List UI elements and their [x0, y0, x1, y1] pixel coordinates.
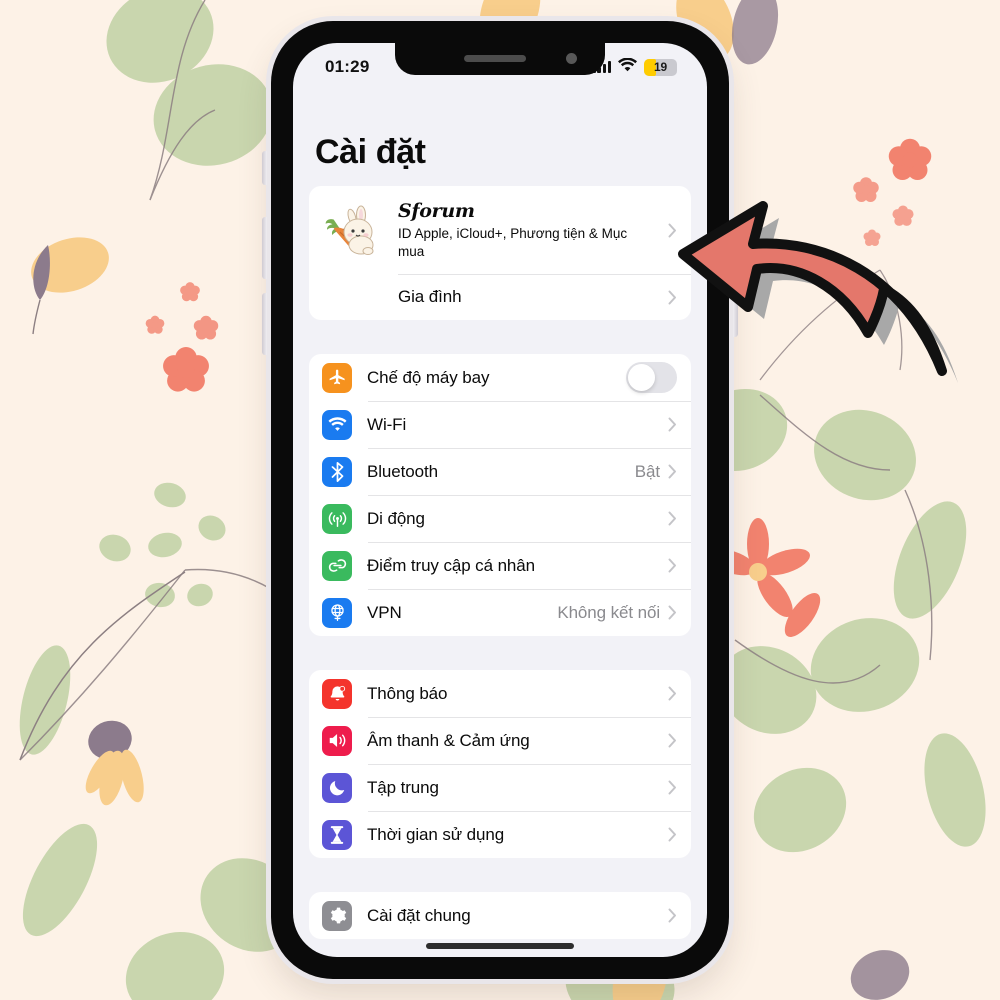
row-cellular[interactable]: Di động [309, 495, 691, 542]
page-title: Cài đặt [315, 133, 426, 171]
apple-id-subtitle: ID Apple, iCloud+, Phương tiện & Mục mua [398, 225, 628, 259]
hourglass-icon [322, 819, 352, 850]
battery-icon: 19 [644, 58, 677, 76]
row-label: Cài đặt chung [367, 905, 471, 925]
apple-id-row[interactable]: Sforum ID Apple, iCloud+, Phương tiện & … [309, 186, 691, 274]
wifi-icon [618, 57, 637, 77]
notifications-card: Thông báo Âm thanh & Cảm ứng Tập trung T… [309, 670, 691, 858]
airplane-icon [322, 362, 352, 393]
chevron-right-icon [668, 686, 677, 701]
chevron-right-icon [668, 464, 677, 479]
vpn-icon [322, 597, 352, 628]
apple-id-card: Sforum ID Apple, iCloud+, Phương tiện & … [309, 186, 691, 320]
row-label: Wi-Fi [367, 414, 407, 434]
chevron-right-icon [668, 511, 677, 526]
chevron-right-icon [668, 908, 677, 923]
bunny-carrot-avatar[interactable] [322, 199, 384, 261]
row-label: Âm thanh & Cảm ứng [367, 730, 530, 750]
settings-scroll-view[interactable]: Cài đặt Sforum ID Apple, iCloud+, Phương… [293, 91, 707, 957]
notch [395, 43, 605, 75]
chevron-right-icon [668, 780, 677, 795]
apple-id-name: Sforum [398, 199, 475, 222]
moon-icon [322, 772, 352, 803]
battery-level-text: 19 [654, 60, 667, 74]
silent-switch[interactable] [262, 151, 267, 185]
iphone-device-frame: 01:29 19 Cài đặt Sforum ID Apple, iCloud… [262, 21, 738, 979]
earpiece-speaker-icon [464, 55, 527, 62]
front-camera-icon [566, 53, 577, 64]
row-personal-hotspot[interactable]: Điểm truy cập cá nhân [309, 542, 691, 589]
bluetooth-icon [322, 456, 352, 487]
row-label: Di động [367, 508, 425, 528]
row-label: Tập trung [367, 777, 439, 797]
row-focus[interactable]: Tập trung [309, 764, 691, 811]
chevron-right-icon [668, 605, 677, 620]
row-vpn[interactable]: VPN Không kết nối [309, 589, 691, 636]
row-label: Thông báo [367, 683, 448, 703]
curved-arrow-pointing-left [678, 201, 958, 383]
row-wifi[interactable]: Wi-Fi [309, 401, 691, 448]
gear-icon [322, 900, 352, 931]
hotspot-icon [322, 550, 352, 581]
wifi-icon [322, 409, 352, 440]
row-general[interactable]: Cài đặt chung [309, 892, 691, 939]
chevron-right-icon [668, 827, 677, 842]
connectivity-card: Chế độ máy bay Wi-Fi Bluetooth Bật Di độ… [309, 354, 691, 636]
row-value: Bật [634, 461, 660, 481]
volume-down-button[interactable] [262, 293, 267, 355]
row-label: Chế độ máy bay [367, 367, 490, 387]
home-indicator[interactable] [426, 943, 574, 949]
row-airplane-mode[interactable]: Chế độ máy bay [309, 354, 691, 401]
cellular-icon [322, 503, 352, 534]
family-row[interactable]: Gia đình [309, 274, 691, 320]
family-label: Gia đình [398, 287, 462, 306]
row-sounds-haptics[interactable]: Âm thanh & Cảm ứng [309, 717, 691, 764]
screenshot-canvas: 01:29 19 Cài đặt Sforum ID Apple, iCloud… [0, 0, 1000, 1000]
row-label: VPN [367, 602, 402, 622]
status-time: 01:29 [325, 57, 370, 76]
row-bluetooth[interactable]: Bluetooth Bật [309, 448, 691, 495]
chevron-right-icon [668, 733, 677, 748]
bell-icon [322, 678, 352, 709]
row-notifications[interactable]: Thông báo [309, 670, 691, 717]
row-value: Không kết nối [557, 602, 660, 622]
phone-screen: 01:29 19 Cài đặt Sforum ID Apple, iCloud… [293, 43, 707, 957]
row-screen-time[interactable]: Thời gian sử dụng [309, 811, 691, 858]
volume-up-button[interactable] [262, 217, 267, 279]
general-card-partial: Cài đặt chung [309, 892, 691, 939]
row-label: Điểm truy cập cá nhân [367, 555, 535, 575]
row-label: Bluetooth [367, 461, 438, 481]
row-label: Thời gian sử dụng [367, 824, 505, 844]
speaker-icon [322, 725, 352, 756]
chevron-right-icon [668, 558, 677, 573]
